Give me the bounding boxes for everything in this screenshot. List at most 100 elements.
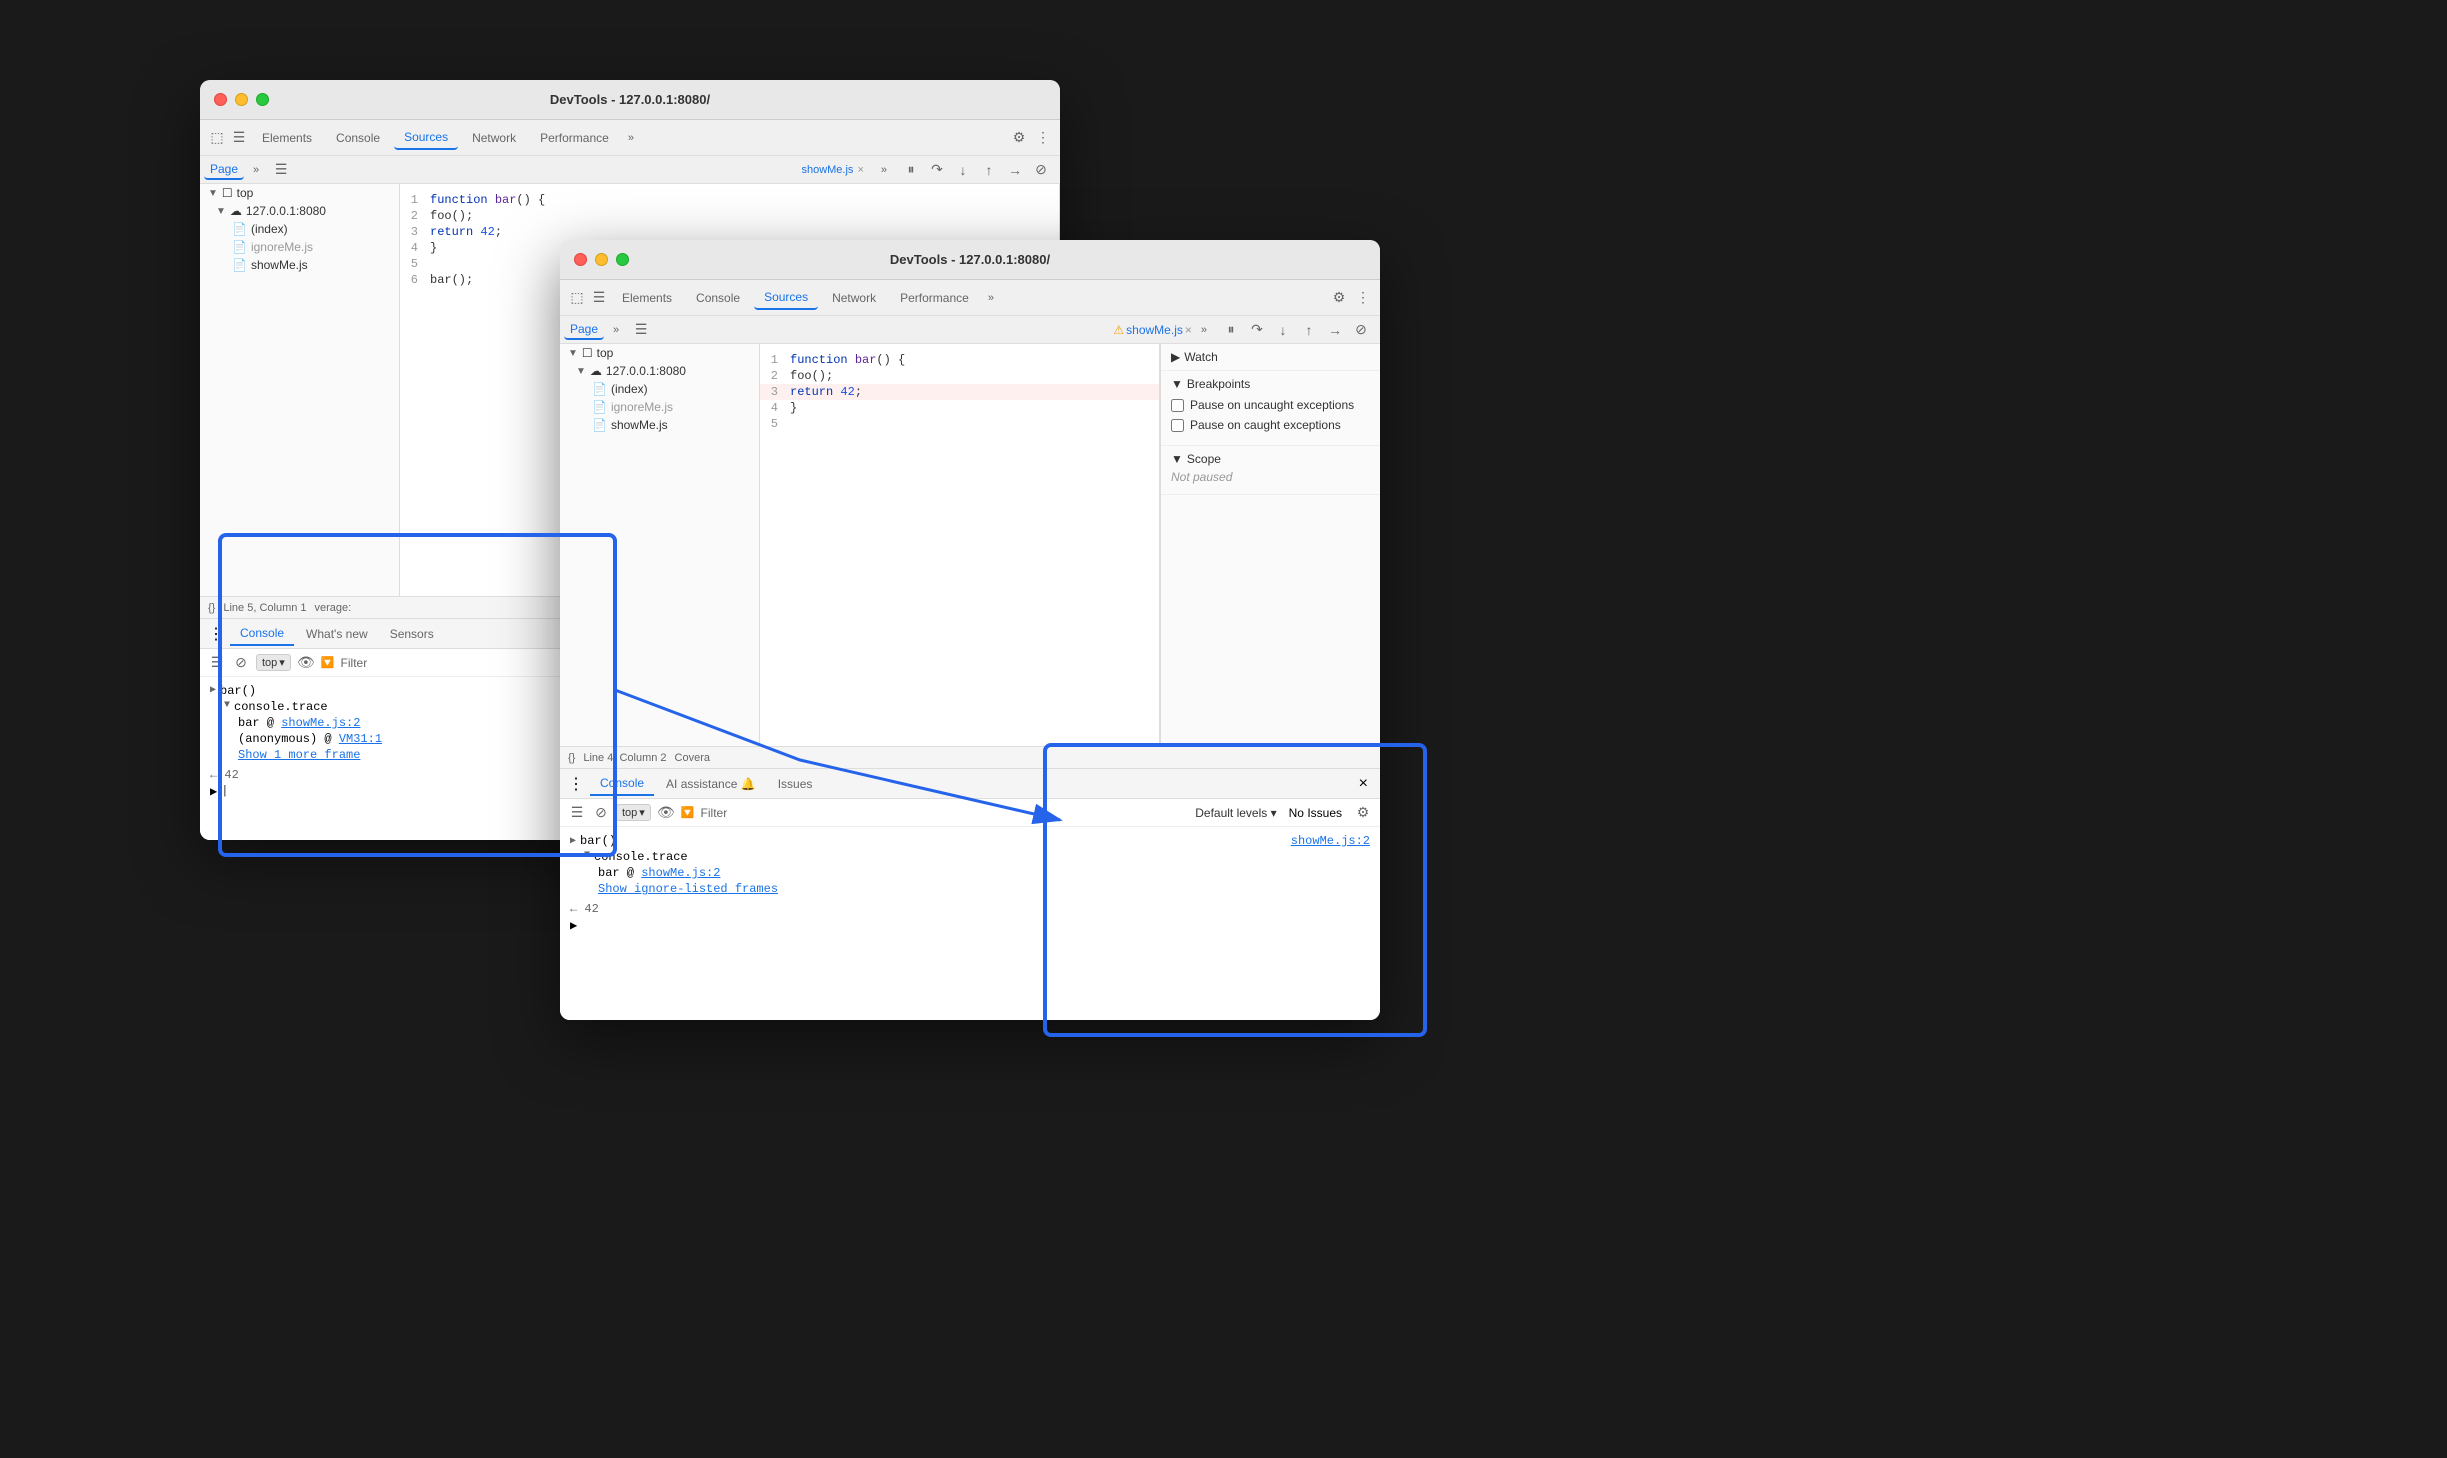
fg-breakpoints-header[interactable]: ▼ Breakpoints [1171, 377, 1370, 391]
bg-ignoreme-item[interactable]: 📄 ignoreMe.js [200, 238, 399, 256]
bg-filter-label[interactable]: Filter [341, 656, 368, 670]
bg-sidebar-toggle-icon[interactable]: ☰ [272, 161, 290, 179]
bg-step-over-icon[interactable]: ↷ [928, 161, 946, 179]
bg-step-out-icon[interactable]: ↑ [980, 161, 998, 179]
bg-bar-expand[interactable]: ▶ [210, 684, 216, 696]
fg-tab-elements[interactable]: Elements [612, 287, 682, 309]
bg-more-frames-link[interactable]: Show 1 more frame [238, 748, 360, 762]
bg-minimize-button[interactable] [235, 93, 248, 106]
fg-tab-console[interactable]: Console [686, 287, 750, 309]
bg-whatsnew-tab[interactable]: What's new [296, 623, 378, 645]
bg-server-item[interactable]: ▼ ☁ 127.0.0.1:8080 [200, 202, 399, 220]
bg-console-clear-icon[interactable]: ⊘ [232, 654, 250, 672]
fg-tab-performance[interactable]: Performance [890, 287, 979, 309]
bg-deactivate-icon[interactable]: ⊘ [1032, 161, 1050, 179]
fg-tab-network[interactable]: Network [822, 287, 886, 309]
fg-issues-tab[interactable]: Issues [768, 773, 823, 795]
fg-sidebar-toggle-icon[interactable]: ☰ [632, 321, 650, 339]
bg-showme-close[interactable]: × [857, 164, 863, 176]
fg-filter-label[interactable]: Filter [701, 806, 728, 820]
bg-showme-link[interactable]: showMe.js:2 [281, 716, 360, 730]
fg-index-item[interactable]: 📄 (index) [560, 380, 759, 398]
fg-maximize-button[interactable] [616, 253, 629, 266]
fg-ai-tab[interactable]: AI assistance 🔔 [656, 773, 766, 795]
bg-showme-tab[interactable]: showMe.js × [793, 162, 871, 178]
fg-showme-close[interactable]: × [1185, 323, 1192, 337]
bg-eye-icon[interactable]: 👁 [297, 654, 315, 672]
fg-pause-icon[interactable]: ⏸ [1222, 321, 1240, 339]
fg-top-item[interactable]: ▼ ☐ top [560, 344, 759, 362]
fg-source-link[interactable]: showMe.js:2 [1291, 834, 1370, 848]
bg-maximize-button[interactable] [256, 93, 269, 106]
bg-more-tabs[interactable]: » [623, 130, 639, 146]
bg-tab-console[interactable]: Console [326, 127, 390, 149]
fg-console-menu-icon[interactable]: ⋮ [564, 772, 588, 796]
fg-showme-tab-label[interactable]: showMe.js [1126, 323, 1183, 337]
fg-continue-icon[interactable]: → [1326, 321, 1344, 339]
fg-step-into-icon[interactable]: ↓ [1274, 321, 1292, 339]
bg-page-tab[interactable]: Page [204, 160, 244, 180]
fg-pause-uncaught-check[interactable] [1171, 399, 1184, 412]
fg-file-more[interactable]: » [1196, 322, 1212, 338]
bg-device-icon[interactable]: ☰ [230, 129, 248, 147]
fg-bar-expand[interactable]: ▶ [570, 835, 576, 847]
fg-console-settings-icon[interactable]: ⚙ [1354, 804, 1372, 822]
fg-minimize-button[interactable] [595, 253, 608, 266]
fg-tab-sources[interactable]: Sources [754, 286, 818, 310]
fg-pause-caught-check[interactable] [1171, 419, 1184, 432]
bg-console-tab[interactable]: Console [230, 622, 294, 646]
bg-index-item[interactable]: 📄 (index) [200, 220, 399, 238]
fg-trace-expand[interactable]: ▼ [584, 850, 590, 861]
bg-tab-sources[interactable]: Sources [394, 126, 458, 150]
fg-page-tab[interactable]: Page [564, 320, 604, 340]
bg-inspect-icon[interactable]: ⬚ [208, 129, 226, 147]
fg-showme-label: showMe.js [611, 418, 668, 432]
fg-prompt-row[interactable]: ▶ [570, 917, 1370, 934]
bg-settings-icon[interactable]: ⚙ [1010, 129, 1028, 147]
fg-menu-icon[interactable]: ⋮ [1354, 289, 1372, 307]
bg-console-menu-icon[interactable]: ⋮ [204, 622, 228, 646]
fg-showme-link[interactable]: showMe.js:2 [641, 866, 720, 880]
bg-prompt-cursor[interactable]: | [221, 784, 228, 798]
fg-ignore-listed-link[interactable]: Show ignore-listed frames [598, 882, 778, 896]
bg-menu-icon[interactable]: ⋮ [1034, 129, 1052, 147]
fg-settings-icon[interactable]: ⚙ [1330, 289, 1348, 307]
bg-sensors-tab[interactable]: Sensors [380, 623, 444, 645]
bg-showme-item[interactable]: 📄 showMe.js [200, 256, 399, 274]
bg-top-item[interactable]: ▼ ☐ top [200, 184, 399, 202]
bg-close-button[interactable] [214, 93, 227, 106]
fg-deactivate-icon[interactable]: ⊘ [1352, 321, 1370, 339]
fg-inspect-icon[interactable]: ⬚ [568, 289, 586, 307]
fg-console-sidebar-icon[interactable]: ☰ [568, 804, 586, 822]
bg-continue-icon[interactable]: → [1006, 161, 1024, 179]
fg-console-clear-icon[interactable]: ⊘ [592, 804, 610, 822]
fg-ignoreme-item[interactable]: 📄 ignoreMe.js [560, 398, 759, 416]
fg-scope-header[interactable]: ▼ Scope [1171, 452, 1370, 466]
bg-tab-performance[interactable]: Performance [530, 127, 619, 149]
fg-server-item[interactable]: ▼ ☁ 127.0.0.1:8080 [560, 362, 759, 380]
bg-console-sidebar-icon[interactable]: ☰ [208, 654, 226, 672]
bg-pause-icon[interactable]: ⏸ [902, 161, 920, 179]
fg-default-levels[interactable]: Default levels ▾ [1195, 806, 1276, 820]
fg-showme-item[interactable]: 📄 showMe.js [560, 416, 759, 434]
fg-close-button[interactable] [574, 253, 587, 266]
bg-page-more[interactable]: » [248, 162, 264, 178]
fg-top-badge[interactable]: top ▾ [616, 804, 651, 821]
fg-eye-icon[interactable]: 👁 [657, 804, 675, 822]
bg-tab-elements[interactable]: Elements [252, 127, 322, 149]
bg-tab-network[interactable]: Network [462, 127, 526, 149]
fg-console-tab[interactable]: Console [590, 772, 654, 796]
bg-step-into-icon[interactable]: ↓ [954, 161, 972, 179]
bg-vm-link[interactable]: VM31:1 [339, 732, 382, 746]
fg-watch-header[interactable]: ▶ Watch [1171, 350, 1370, 364]
fg-page-more[interactable]: » [608, 322, 624, 338]
fg-step-out-icon[interactable]: ↑ [1300, 321, 1318, 339]
bg-trace-expand[interactable]: ▼ [224, 700, 230, 711]
fg-return-val: ← 42 [570, 902, 599, 916]
fg-device-icon[interactable]: ☰ [590, 289, 608, 307]
fg-more-tabs[interactable]: » [983, 290, 999, 306]
fg-console-close[interactable]: × [1351, 773, 1376, 795]
bg-file-more[interactable]: » [876, 162, 892, 178]
fg-step-over-icon[interactable]: ↷ [1248, 321, 1266, 339]
bg-top-badge[interactable]: top ▾ [256, 654, 291, 671]
